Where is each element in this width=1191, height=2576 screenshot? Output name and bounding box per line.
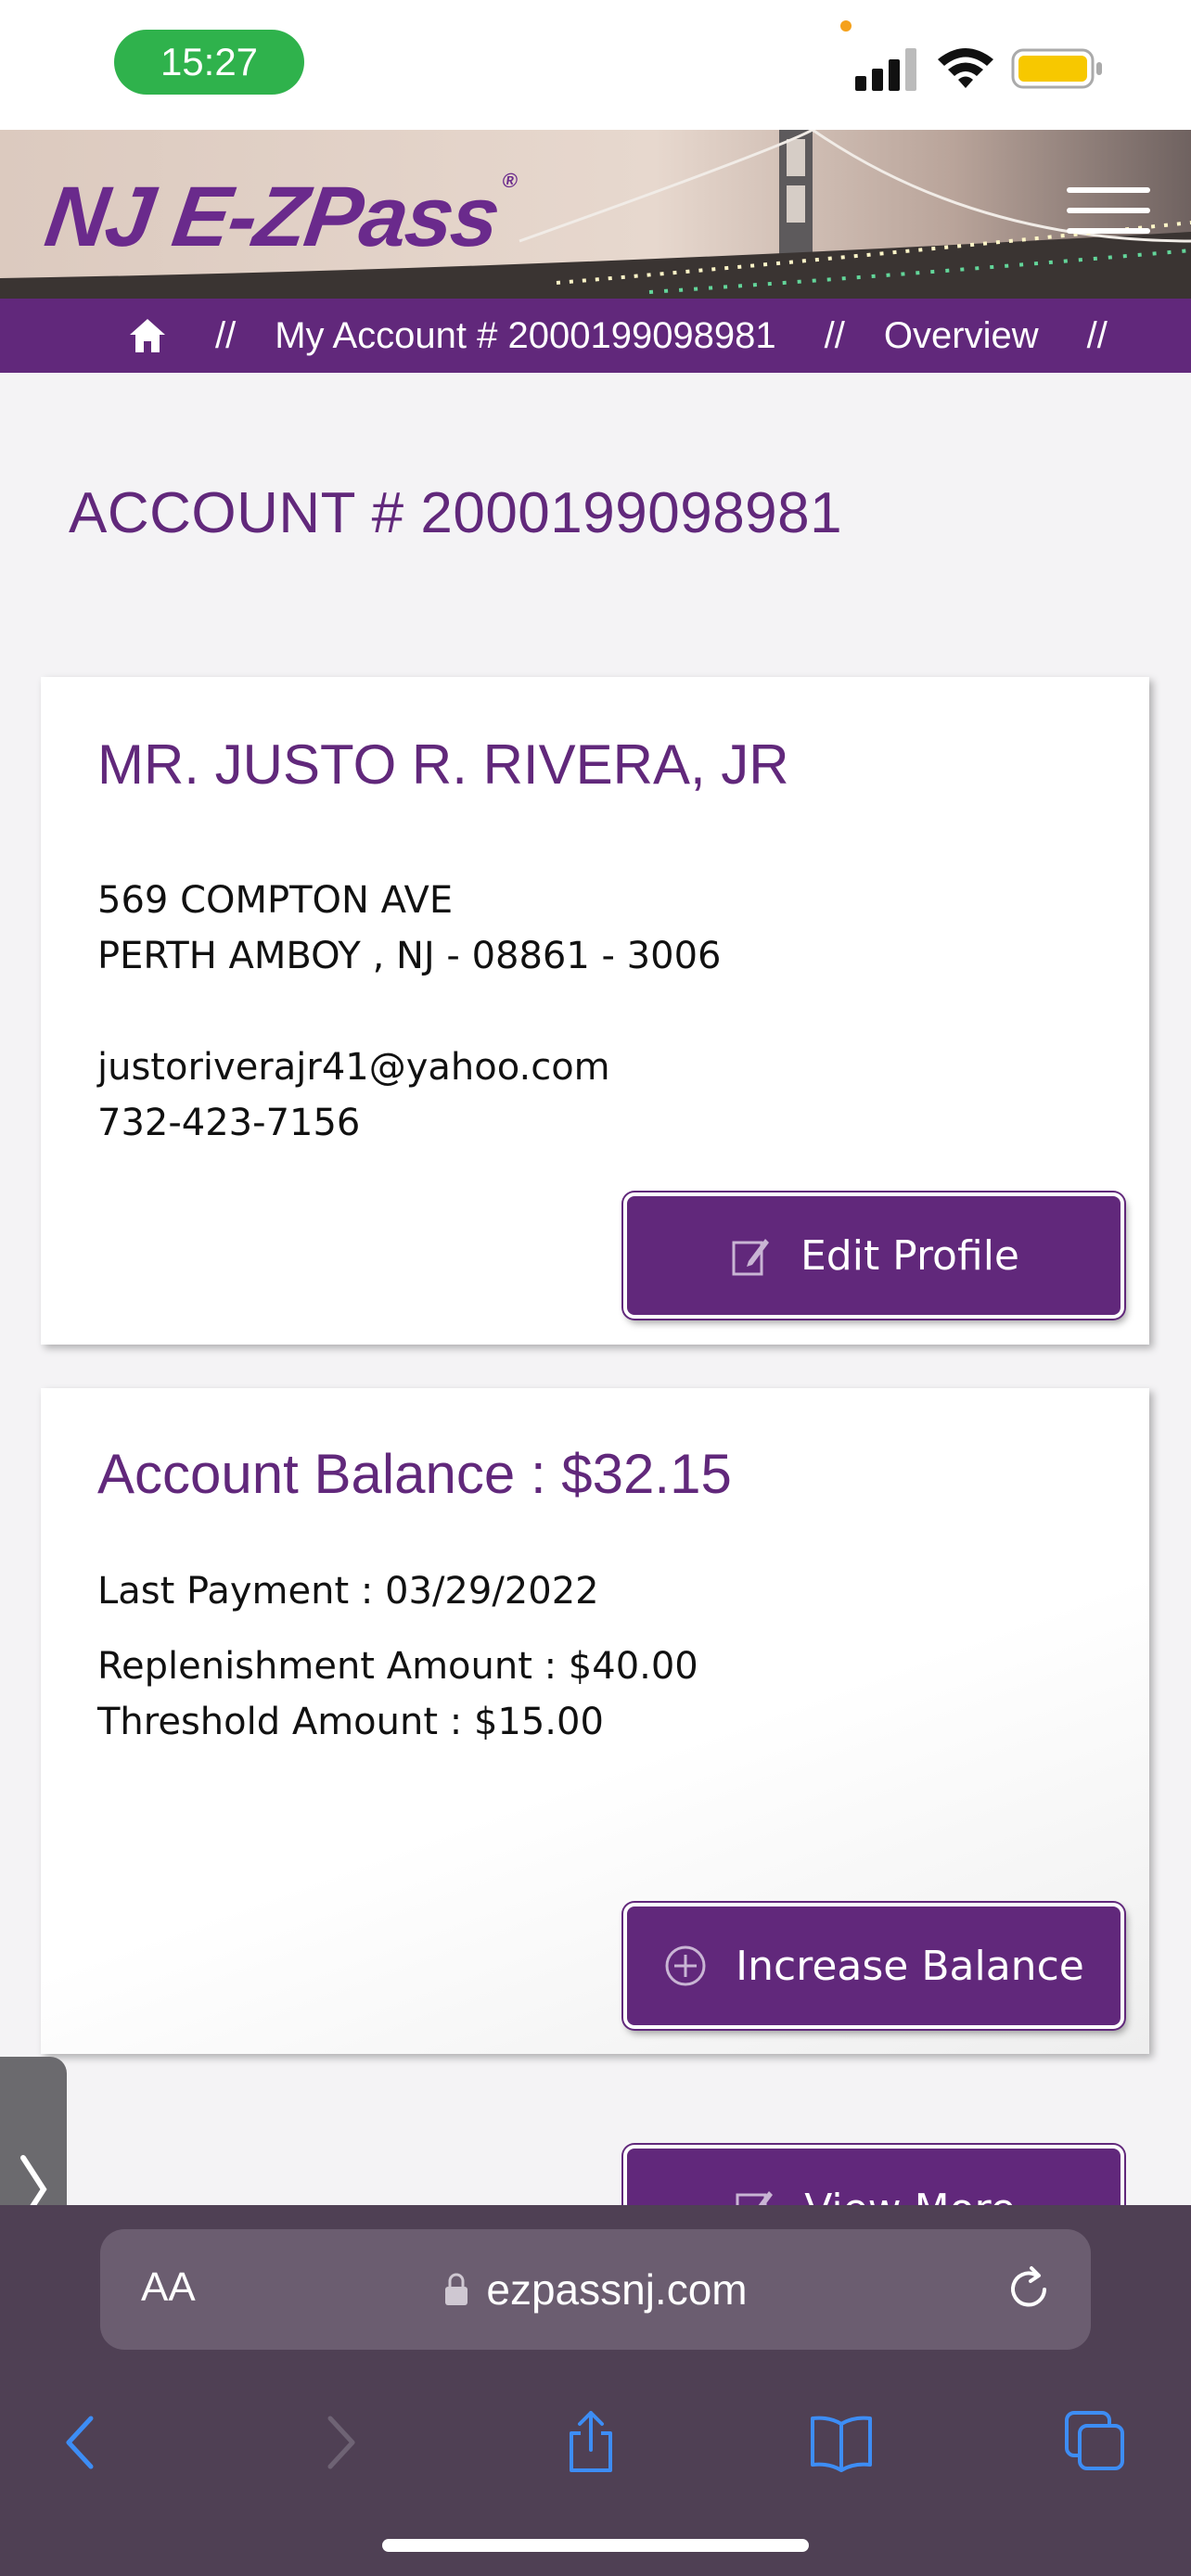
url-text: ezpassnj.com bbox=[486, 2265, 748, 2314]
home-indicator[interactable] bbox=[382, 2539, 809, 2552]
profile-card: MR. JUSTO R. RIVERA, JR 569 COMPTON AVE … bbox=[41, 677, 1149, 1345]
status-time: 15:27 bbox=[114, 30, 304, 95]
edit-profile-button[interactable]: Edit Profile bbox=[623, 1192, 1124, 1319]
privacy-indicator-dot bbox=[840, 20, 852, 32]
edit-profile-label: Edit Profile bbox=[800, 1231, 1019, 1280]
browser-nav-row bbox=[0, 2391, 1191, 2493]
replenishment-amount: Replenishment Amount : $40.00 bbox=[97, 1645, 698, 1688]
url-display[interactable]: ezpassnj.com bbox=[100, 2229, 1091, 2350]
forward-icon[interactable] bbox=[306, 2409, 371, 2476]
increase-balance-button[interactable]: Increase Balance bbox=[623, 1903, 1124, 2029]
address-line-1: 569 COMPTON AVE bbox=[97, 879, 454, 922]
edit-icon bbox=[732, 1239, 769, 1276]
signal-icon bbox=[855, 48, 916, 91]
hamburger-menu-icon[interactable] bbox=[1067, 187, 1150, 247]
breadcrumb-my-account[interactable]: My Account # 2000199098981 bbox=[275, 315, 775, 357]
plus-circle-icon bbox=[665, 1945, 706, 1986]
threshold-amount: Threshold Amount : $15.00 bbox=[97, 1701, 604, 1743]
last-payment: Last Payment : 03/29/2022 bbox=[97, 1570, 599, 1613]
bookmarks-icon[interactable] bbox=[809, 2409, 874, 2476]
back-icon[interactable] bbox=[50, 2409, 115, 2476]
breadcrumb: // My Account # 2000199098981 // Overvie… bbox=[0, 299, 1191, 373]
lock-icon bbox=[445, 2273, 468, 2305]
battery-icon bbox=[1011, 48, 1102, 89]
account-balance-card: Account Balance : $32.15 Last Payment : … bbox=[41, 1388, 1149, 2054]
share-icon[interactable] bbox=[558, 2409, 623, 2476]
address-line-2: PERTH AMBOY , NJ - 08861 - 3006 bbox=[97, 935, 722, 977]
wifi-icon bbox=[938, 48, 993, 88]
status-bar: 15:27 bbox=[0, 0, 1191, 130]
increase-balance-label: Increase Balance bbox=[736, 1942, 1084, 1990]
breadcrumb-separator: // bbox=[824, 314, 845, 356]
nj-ezpass-logo[interactable]: NJ E-ZPass® bbox=[40, 169, 518, 266]
phone-number: 732-423-7156 bbox=[97, 1102, 361, 1144]
home-icon[interactable] bbox=[128, 317, 167, 354]
account-holder-name: MR. JUSTO R. RIVERA, JR bbox=[97, 733, 789, 796]
reload-icon[interactable] bbox=[1004, 2264, 1054, 2315]
header-banner: NJ E-ZPass® bbox=[0, 130, 1191, 299]
breadcrumb-overview[interactable]: Overview bbox=[884, 315, 1039, 357]
breadcrumb-separator: // bbox=[1086, 314, 1108, 356]
breadcrumb-separator: // bbox=[215, 314, 237, 356]
address-bar[interactable]: AA ezpassnj.com bbox=[100, 2229, 1091, 2350]
logo-text: NJ E-ZPass bbox=[39, 170, 505, 264]
tabs-icon[interactable] bbox=[1063, 2409, 1128, 2476]
account-balance-title: Account Balance : $32.15 bbox=[97, 1443, 732, 1505]
page-title: ACCOUNT # 2000199098981 bbox=[69, 481, 843, 545]
browser-toolbar: AA ezpassnj.com bbox=[0, 2205, 1191, 2576]
email-address: justoriverajr41@yahoo.com bbox=[97, 1046, 610, 1089]
